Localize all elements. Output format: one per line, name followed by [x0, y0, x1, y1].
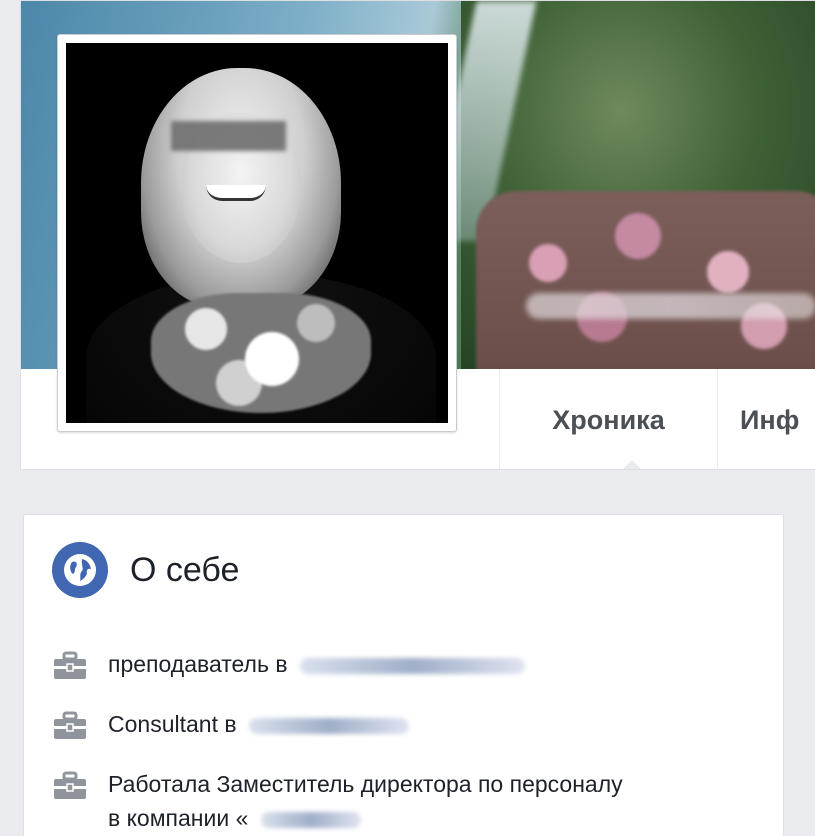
intro-title: О себе [130, 550, 240, 589]
profile-picture-eye-blur [171, 121, 286, 151]
list-item: преподаватель в [52, 647, 752, 681]
globe-icon [52, 542, 108, 598]
profile-name-redacted [526, 293, 815, 319]
redacted-workplace [299, 657, 525, 674]
intro-item-text[interactable]: преподаватель в [108, 651, 288, 677]
profile-picture-smile [206, 185, 266, 201]
intro-item-text-3: Работала Заместитель директора по персон… [108, 767, 628, 835]
redacted-workplace [260, 811, 361, 828]
tab-timeline[interactable]: Хроника [499, 369, 717, 469]
intro-item-text-1: преподаватель в [108, 647, 628, 681]
intro-item-text[interactable]: Consultant в [108, 711, 237, 737]
briefcase-icon [54, 651, 86, 679]
list-item: Consultant в [52, 707, 752, 741]
cover-photo-flowers [476, 191, 815, 369]
intro-card: О себе преподаватель в Consultant в Рабо… [23, 514, 784, 836]
profile-picture-image [66, 43, 448, 423]
profile-picture-scarf [151, 293, 371, 413]
tab-info-label: Инф [740, 404, 800, 435]
tab-info[interactable]: Инф [717, 369, 815, 469]
briefcase-icon [54, 711, 86, 739]
intro-item-text-2: Consultant в [108, 707, 628, 741]
profile-tab-bar: Хроника Инф [499, 369, 815, 469]
profile-picture[interactable] [57, 34, 457, 432]
redacted-workplace [248, 717, 409, 734]
intro-header: О себе [52, 542, 239, 598]
briefcase-icon [54, 771, 86, 799]
intro-item-text[interactable]: Работала Заместитель директора по персон… [108, 771, 623, 831]
intro-list: преподаватель в Consultant в Работала За… [52, 647, 752, 836]
tab-timeline-label: Хроника [552, 404, 665, 435]
list-item: Работала Заместитель директора по персон… [52, 767, 752, 835]
active-tab-caret [620, 460, 644, 469]
